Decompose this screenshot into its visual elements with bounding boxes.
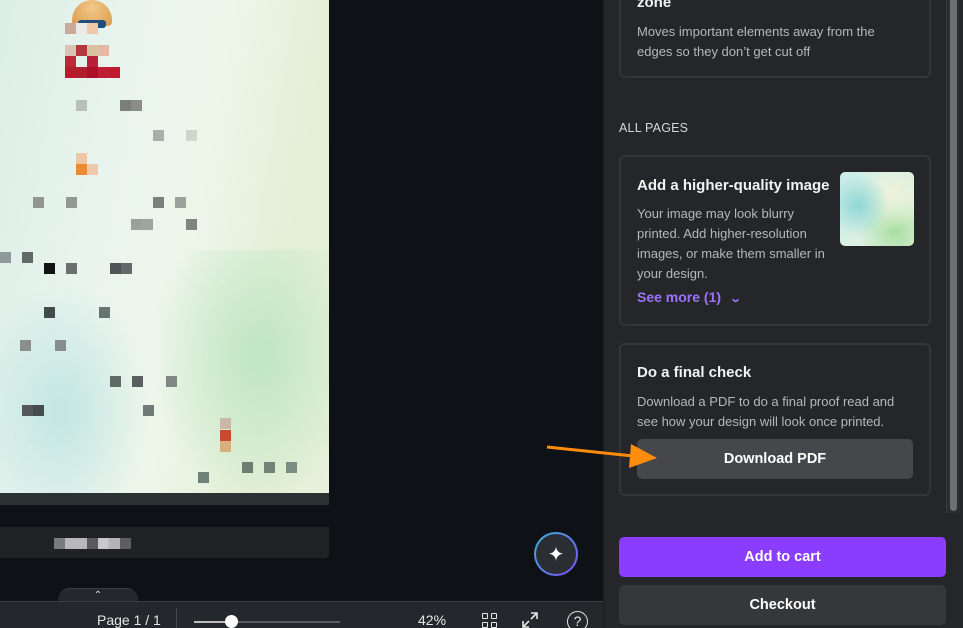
safe-zone-card: zone Moves important elements away from … [619, 0, 931, 78]
see-more-link[interactable]: See more (1) ⌄ [637, 289, 743, 305]
grid-view-icon[interactable] [482, 613, 498, 628]
pixel-block [87, 67, 98, 78]
pixel-block [264, 462, 275, 473]
pixel-block [186, 219, 197, 230]
fullscreen-icon[interactable] [520, 610, 540, 628]
pixel-block [33, 405, 44, 416]
pixel-block [87, 23, 98, 34]
pixel-block [98, 67, 109, 78]
editor-stage: ✦ ⌃ Page 1 / 1 42% ? [0, 0, 603, 628]
pixel-block [120, 100, 131, 111]
pixel-block [99, 307, 110, 318]
zoom-slider[interactable] [194, 615, 340, 628]
pixel-block [131, 100, 142, 111]
blurred-footer-text [54, 538, 131, 549]
card-title: Add a higher-quality image [637, 177, 830, 194]
card-description: Download a PDF to do a final proof read … [637, 394, 895, 429]
checkout-button[interactable]: Checkout [619, 585, 946, 625]
pixel-block [220, 430, 231, 441]
pixel-block [76, 67, 87, 78]
pixel-block [65, 45, 76, 56]
pixel-block [142, 219, 153, 230]
download-pdf-button[interactable]: Download PDF [637, 439, 913, 479]
sparkle-icon: ✦ [547, 543, 565, 566]
card-title: zone [637, 0, 672, 11]
pixel-block [186, 130, 197, 141]
zoom-slider-thumb[interactable] [224, 615, 238, 628]
pixel-block [66, 197, 77, 208]
pixel-block [175, 197, 186, 208]
pixel-block [65, 23, 76, 34]
help-icon[interactable]: ? [567, 611, 588, 628]
pixel-block [132, 376, 143, 387]
pixel-block [44, 307, 55, 318]
pixel-block [87, 56, 98, 67]
pixel-block [65, 56, 76, 67]
pixel-block [76, 153, 87, 164]
pixel-block [153, 130, 164, 141]
pixel-block [166, 376, 177, 387]
pixel-block [131, 219, 142, 230]
pixel-block [76, 164, 87, 175]
add-to-cart-button[interactable]: Add to cart [619, 537, 946, 577]
pixel-block [33, 197, 44, 208]
pixel-block [87, 45, 98, 56]
design-canvas-page[interactable] [0, 0, 329, 505]
pixel-block [220, 441, 231, 452]
pixel-block [76, 100, 87, 111]
pixel-block [110, 263, 121, 274]
section-label-all-pages: ALL PAGES [619, 121, 689, 135]
page-footer-bar [0, 527, 329, 558]
pixel-block [198, 472, 209, 483]
pixel-block [87, 164, 98, 175]
canvas-page-edge [0, 493, 329, 505]
canvas-wash [0, 280, 150, 500]
pixel-block [153, 197, 164, 208]
pixel-block [121, 263, 132, 274]
pixel-block [22, 405, 33, 416]
divider [176, 608, 177, 628]
chevron-up-icon: ⌃ [93, 590, 103, 601]
pixel-block [0, 252, 11, 263]
zoom-percent[interactable]: 42% [418, 612, 446, 628]
pixel-block [76, 45, 87, 56]
pixel-block [143, 405, 154, 416]
pixel-block [55, 340, 66, 351]
image-thumbnail[interactable] [840, 172, 914, 246]
expand-pages-tab[interactable]: ⌃ [58, 588, 138, 602]
pixel-block [242, 462, 253, 473]
card-description: Moves important elements away from the e… [637, 24, 875, 59]
panel-scrollbar-thumb[interactable] [950, 0, 957, 511]
pixel-block [109, 67, 120, 78]
pixel-block [76, 23, 87, 34]
annotation-arrow-icon [546, 444, 657, 468]
card-title: Do a final check [637, 364, 752, 381]
page-indicator[interactable]: Page 1 / 1 [97, 612, 161, 628]
pixel-block [65, 67, 76, 78]
pixel-block [44, 263, 55, 274]
pixel-block [220, 418, 231, 429]
pixel-block [66, 263, 77, 274]
pixel-block [20, 340, 31, 351]
chevron-down-icon: ⌄ [729, 293, 743, 305]
pixel-block [98, 45, 109, 56]
pixel-block [286, 462, 297, 473]
pixel-block [110, 376, 121, 387]
bottom-toolbar: Page 1 / 1 42% ? [0, 601, 603, 628]
magic-assistant-button[interactable]: ✦ [534, 532, 578, 576]
pixel-block [22, 252, 33, 263]
see-more-label: See more (1) [637, 289, 722, 305]
card-description: Your image may look blurry printed. Add … [637, 206, 825, 281]
